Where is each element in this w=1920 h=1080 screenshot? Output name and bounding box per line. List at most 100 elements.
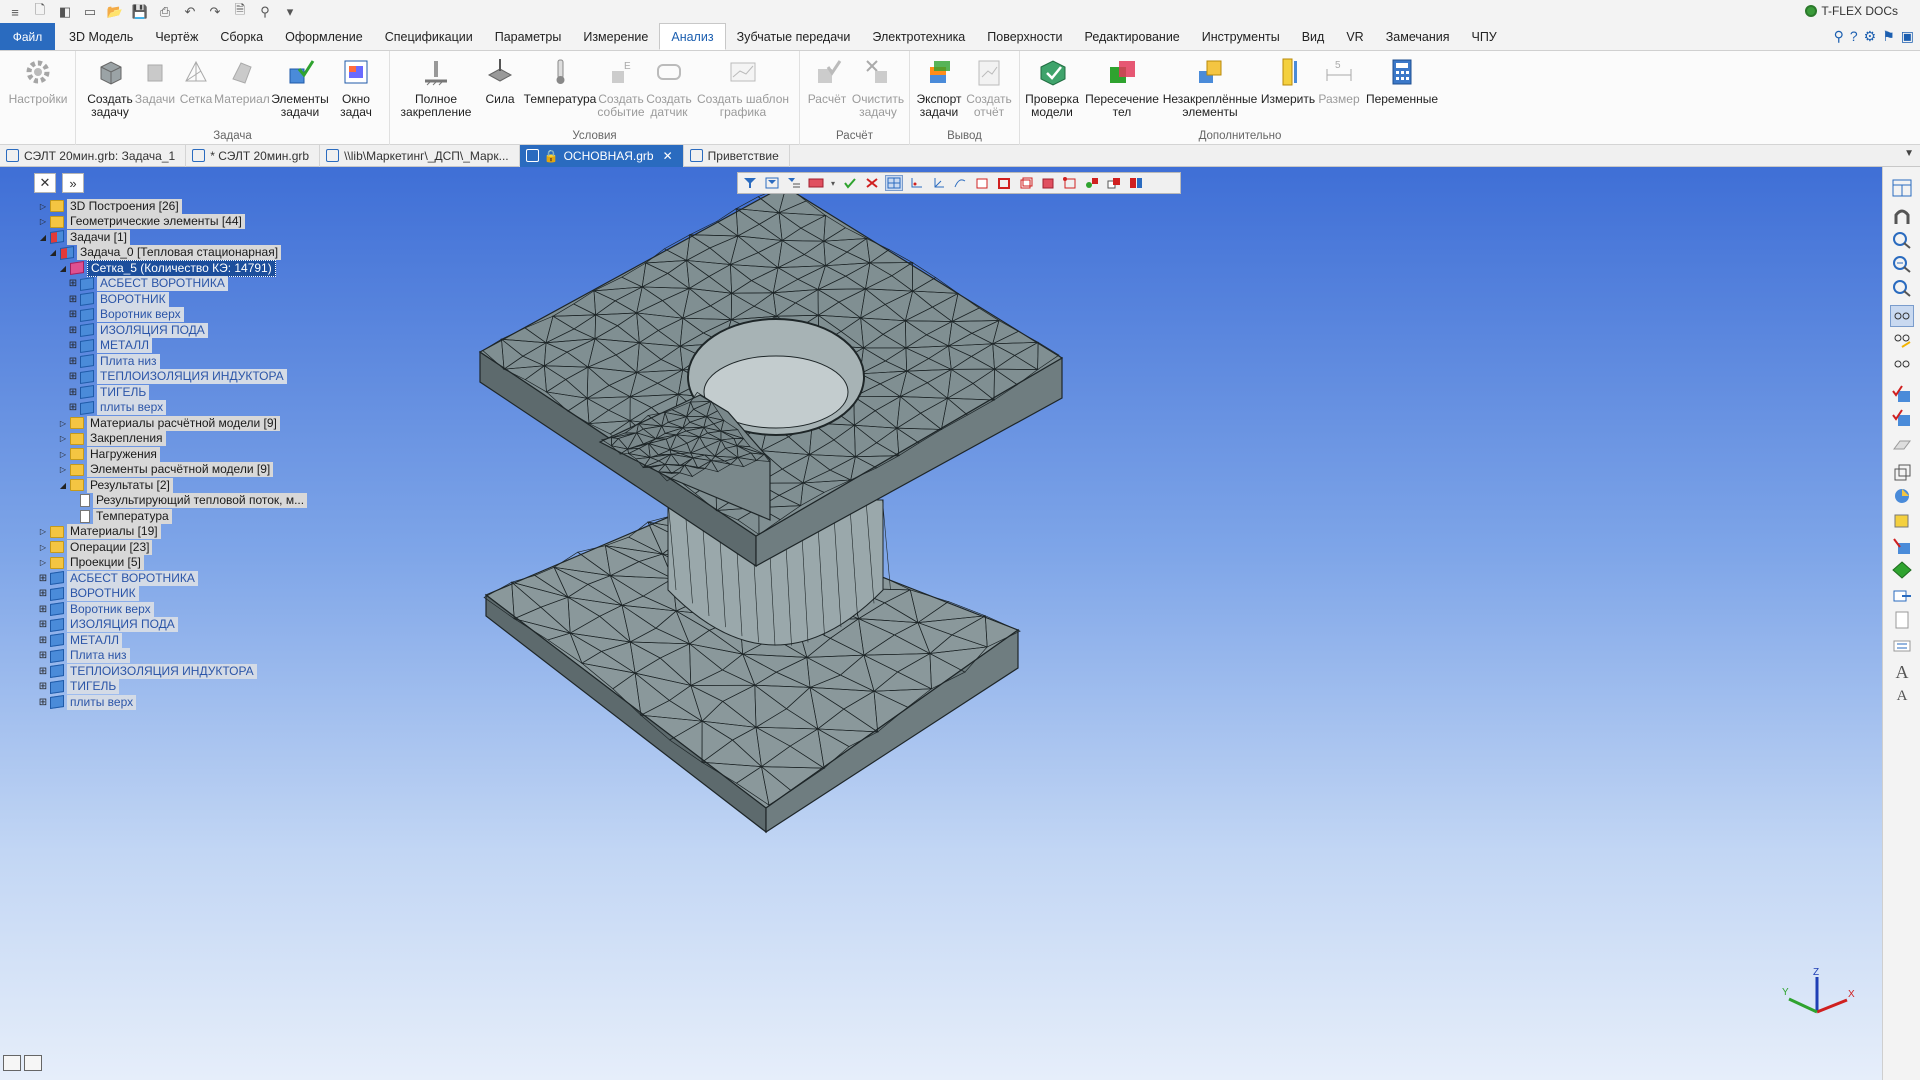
filter-settings-icon[interactable] xyxy=(763,175,781,191)
glasses-pencil-icon[interactable] xyxy=(1890,329,1914,351)
menu-tab[interactable]: VR xyxy=(1335,23,1374,50)
face-select-icon[interactable] xyxy=(973,175,991,191)
3d-viewport[interactable]: Z X Y xyxy=(0,167,1882,1080)
file-menu[interactable]: Файл xyxy=(0,23,55,50)
menu-tab[interactable]: Электротехника xyxy=(861,23,976,50)
export-view-icon[interactable] xyxy=(1890,585,1914,607)
customize-icon[interactable]: ▾ xyxy=(279,2,301,22)
menu-tab[interactable]: Чертёж xyxy=(144,23,209,50)
coordinate-icon[interactable] xyxy=(929,175,947,191)
plus-icon[interactable]: ⊞ xyxy=(68,402,78,413)
plus-icon[interactable]: ⊞ xyxy=(68,309,78,320)
material-button[interactable]: Материал xyxy=(214,55,270,106)
menu-tab[interactable]: Оформление xyxy=(274,23,374,50)
fragment-select-icon[interactable] xyxy=(1127,175,1145,191)
calculate-button[interactable]: Расчёт xyxy=(802,55,852,106)
expand-icon[interactable]: ▷ xyxy=(38,543,48,552)
expand-icon[interactable]: ▷ xyxy=(58,434,68,443)
dropdown-icon[interactable]: ▾ xyxy=(829,175,837,191)
doc-tab-active[interactable]: 🔒 ОСНОВНАЯ.grb ✕ xyxy=(519,144,684,167)
clear-task-button[interactable]: Очистить задачу xyxy=(850,55,906,119)
expand-icon[interactable]: ▷ xyxy=(38,527,48,536)
solid-select-icon[interactable] xyxy=(1039,175,1057,191)
export-task-button[interactable]: Экспорт задачи xyxy=(912,55,966,119)
cube-icon[interactable]: ◧ xyxy=(54,2,76,22)
plus-icon[interactable]: ⊞ xyxy=(68,278,78,289)
plane-icon[interactable] xyxy=(1890,433,1914,455)
menu-tab[interactable]: Измерение xyxy=(572,23,659,50)
print-icon[interactable]: ⎙ xyxy=(154,2,176,22)
edge-select-icon[interactable] xyxy=(995,175,1013,191)
doc-tab[interactable]: \\lib\Маркетинг\_ДСП\_Марк... xyxy=(320,144,520,167)
tree-item[interactable]: ⊞ плиты верх xyxy=(38,693,137,711)
filter-list-icon[interactable] xyxy=(785,175,803,191)
close-tab-icon[interactable]: ✕ xyxy=(659,149,673,163)
plus-icon[interactable]: ⊞ xyxy=(38,666,48,677)
menu-tab[interactable]: Замечания xyxy=(1375,23,1461,50)
plus-icon[interactable]: ⊞ xyxy=(38,573,48,584)
tasks-button[interactable]: Задачи xyxy=(130,55,180,106)
menu-tab[interactable]: ЧПУ xyxy=(1460,23,1507,50)
expand-icon[interactable]: ▷ xyxy=(58,465,68,474)
help-icon[interactable]: ? xyxy=(1850,28,1858,45)
graph-template-button[interactable]: Создать шаблон графика xyxy=(690,55,796,119)
zoom-window-icon[interactable] xyxy=(1890,229,1914,251)
menu-tab[interactable]: Вид xyxy=(1291,23,1336,50)
plus-icon[interactable]: ⊞ xyxy=(68,294,78,305)
section-icon[interactable] xyxy=(1890,535,1914,557)
pin-icon[interactable]: ⚑ xyxy=(1882,28,1895,45)
expand-icon[interactable]: ▷ xyxy=(38,217,48,226)
check-cube-icon[interactable] xyxy=(1890,383,1914,405)
full-fixation-button[interactable]: Полное закрепление xyxy=(394,55,478,119)
task-window-button[interactable]: Окно задач xyxy=(334,55,378,119)
plus-icon[interactable]: ⊞ xyxy=(38,588,48,599)
curve-icon[interactable] xyxy=(951,175,969,191)
measure-button[interactable]: Измерить xyxy=(1258,55,1318,106)
save-icon[interactable]: 💾 xyxy=(129,2,151,22)
menu-tab[interactable]: Инструменты xyxy=(1191,23,1291,50)
doc-tab[interactable]: * СЭЛТ 20мин.grb xyxy=(186,144,321,167)
redo-icon[interactable]: ↷ xyxy=(204,2,226,22)
doc-icon[interactable]: 🗎 xyxy=(229,2,251,22)
collapse-icon[interactable]: ◢ xyxy=(58,481,68,490)
expand-icon[interactable]: ▷ xyxy=(58,450,68,459)
sphere-icon[interactable] xyxy=(1890,485,1914,507)
menu-icon[interactable]: ≡ xyxy=(4,2,26,22)
tabs-overflow-icon[interactable]: ▼ xyxy=(1904,148,1914,159)
plus-icon[interactable]: ⊞ xyxy=(38,635,48,646)
panels-view-icon[interactable] xyxy=(24,1055,42,1071)
plus-icon[interactable]: ⊞ xyxy=(38,650,48,661)
plus-icon[interactable]: ⊞ xyxy=(68,325,78,336)
text-large-icon[interactable]: A xyxy=(1890,661,1914,683)
doc-tab[interactable]: СЭЛТ 20мин.grb: Задача_1 xyxy=(0,144,187,167)
expand-icon[interactable]: ▷ xyxy=(38,202,48,211)
dimension-button[interactable]: 5 Размер xyxy=(1314,55,1364,106)
plus-icon[interactable]: ⊞ xyxy=(68,340,78,351)
undo-icon[interactable]: ↶ xyxy=(179,2,201,22)
yellow-box-icon[interactable] xyxy=(1890,509,1914,531)
settings-view-icon[interactable] xyxy=(1890,635,1914,657)
collapse-icon[interactable]: ◢ xyxy=(38,233,48,242)
create-event-button[interactable]: E Создать событие xyxy=(594,55,648,119)
mesh-button[interactable]: Сетка xyxy=(174,55,218,106)
settings-button[interactable]: Настройки xyxy=(6,55,70,106)
plus-icon[interactable]: ⊞ xyxy=(38,681,48,692)
plus-icon[interactable]: ⊞ xyxy=(38,697,48,708)
create-sensor-button[interactable]: Создать датчик xyxy=(644,55,694,119)
check-cubes-icon[interactable] xyxy=(1890,407,1914,429)
model-check-button[interactable]: Проверка модели xyxy=(1022,55,1082,119)
temperature-button[interactable]: Температура xyxy=(520,55,600,106)
expand-icon[interactable]: ▷ xyxy=(58,419,68,428)
filter-icon[interactable] xyxy=(741,175,759,191)
page-icon[interactable] xyxy=(1890,609,1914,631)
body-select-icon[interactable] xyxy=(1017,175,1035,191)
collapse-icon[interactable]: ◢ xyxy=(58,264,68,273)
uncheck-select-icon[interactable] xyxy=(863,175,881,191)
window-icon[interactable]: ▭ xyxy=(79,2,101,22)
menu-tab[interactable]: Сборка xyxy=(209,23,274,50)
shape-select-icon[interactable] xyxy=(1083,175,1101,191)
doc-tab[interactable]: Приветствие xyxy=(684,144,790,167)
wire-cube-icon[interactable] xyxy=(1890,461,1914,483)
axis-snap-icon[interactable] xyxy=(907,175,925,191)
plus-icon[interactable]: ⊞ xyxy=(68,356,78,367)
